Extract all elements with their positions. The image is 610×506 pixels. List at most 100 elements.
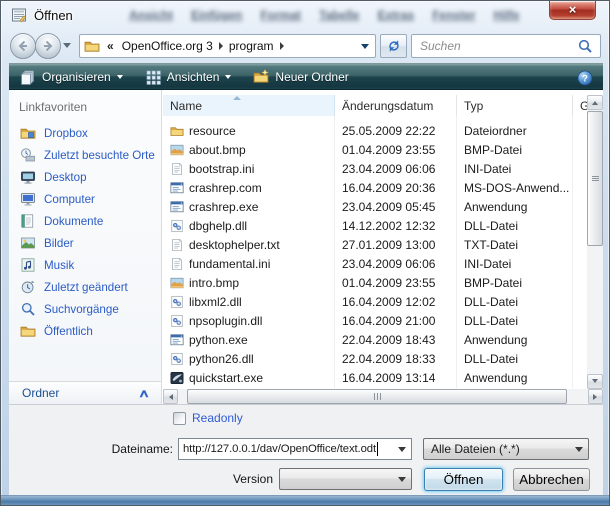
scroll-up-button[interactable]	[587, 95, 603, 110]
version-label: Version	[109, 472, 273, 486]
close-icon: ×	[569, 2, 577, 17]
file-name: npsoplugin.dll	[189, 314, 262, 328]
sidebar-item-zuletzt-geändert[interactable]: Zuletzt geändert	[9, 276, 160, 298]
sidebar-item-label: Suchvorgänge	[44, 303, 119, 316]
file-row[interactable]: libxml2.dll 16.04.2009 12:02 DLL-Datei	[163, 292, 587, 311]
search-box[interactable]: Suchen	[411, 34, 601, 58]
sidebar-item-dropbox[interactable]: Dropbox	[9, 122, 160, 144]
filename-dropdown-button[interactable]	[393, 443, 411, 456]
scroll-left-button[interactable]	[163, 389, 178, 404]
breadcrumb-item[interactable]: program	[223, 39, 280, 53]
file-row[interactable]: crashrep.com 16.04.2009 20:36 MS-DOS-Anw…	[163, 178, 587, 197]
toolbar-button-organisieren[interactable]: Organisieren	[9, 64, 134, 89]
vertical-scroll-thumb[interactable]	[587, 111, 603, 246]
sidebar-item-desktop[interactable]: Desktop	[9, 166, 160, 188]
file-type: MS-DOS-Anwend...	[457, 181, 573, 195]
sidebar-item-label: Zuletzt besuchte Orte	[44, 149, 155, 162]
file-name: bootstrap.ini	[189, 162, 254, 176]
sidebar-item-bilder[interactable]: Bilder	[9, 232, 160, 254]
column-header-type[interactable]: Typ	[457, 95, 573, 116]
file-row[interactable]: bootstrap.ini 23.04.2009 06:06 INI-Datei	[163, 159, 587, 178]
cancel-button[interactable]: Abbrechen	[513, 468, 590, 491]
readonly-checkbox[interactable]	[173, 412, 186, 425]
column-header-name[interactable]: Name	[163, 95, 335, 116]
chevron-down-icon	[117, 75, 123, 82]
sidebar-item-dokumente[interactable]: Dokumente	[9, 210, 160, 232]
searches-icon	[20, 301, 36, 317]
help-icon[interactable]: ?	[577, 70, 593, 86]
sidebar-item-öffentlich[interactable]: Öffentlich	[9, 320, 160, 342]
toolbar-button-ansichten[interactable]: Ansichten	[134, 64, 243, 89]
music-icon	[20, 257, 36, 273]
history-dropdown-icon[interactable]	[63, 43, 71, 52]
filetype-select[interactable]: Alle Dateien (*.*)	[423, 438, 589, 460]
breadcrumb-item[interactable]: OpenOffice.org 3	[116, 39, 219, 53]
filetype-dropdown-button[interactable]	[570, 443, 588, 456]
file-row[interactable]: intro.bmp 01.04.2009 23:55 BMP-Datei	[163, 273, 587, 292]
file-name: about.bmp	[189, 143, 246, 157]
file-row[interactable]: resource 25.05.2009 22:22 Dateiordner	[163, 121, 587, 140]
file-type: Anwendung	[457, 200, 573, 214]
file-type: Anwendung	[457, 333, 573, 347]
address-bar[interactable]: « OpenOffice.org 3 program	[79, 34, 376, 58]
address-dropdown-button[interactable]	[355, 40, 375, 53]
column-header-row: Name Änderungsdatum Typ G	[163, 95, 587, 116]
file-name: crashrep.com	[189, 181, 262, 195]
sidebar-item-computer[interactable]: Computer	[9, 188, 160, 210]
file-type: Dateiordner	[457, 124, 573, 138]
file-row[interactable]: desktophelper.txt 27.01.2009 13:00 TXT-D…	[163, 235, 587, 254]
file-row[interactable]: quickstart.exe 16.04.2009 13:14 Anwendun…	[163, 368, 587, 387]
file-type: INI-Datei	[457, 162, 573, 176]
version-dropdown-button[interactable]	[393, 473, 411, 486]
filename-input[interactable]: http://127.0.0.1/dav/OpenOffice/text.odt	[178, 438, 412, 460]
back-button[interactable]	[10, 33, 36, 59]
version-select[interactable]	[279, 468, 412, 490]
sidebar-item-zuletzt-besuchte-orte[interactable]: Zuletzt besuchte Orte	[9, 144, 160, 166]
file-row[interactable]: fundamental.ini 23.04.2009 06:06 INI-Dat…	[163, 254, 587, 273]
text-cursor	[377, 442, 378, 456]
sidebar-item-label: Dropbox	[44, 127, 88, 140]
computer-icon	[20, 191, 36, 207]
filename-value: http://127.0.0.1/dav/OpenOffice/text.odt	[179, 443, 376, 455]
svg-text:?: ?	[582, 73, 588, 84]
file-row[interactable]: python26.dll 22.04.2009 18:33 DLL-Datei	[163, 349, 587, 368]
column-header-date[interactable]: Änderungsdatum	[335, 95, 457, 116]
window-bottom-edge	[1, 495, 609, 505]
vertical-scrollbar[interactable]	[587, 95, 603, 389]
file-row[interactable]: npsoplugin.dll 16.04.2009 21:00 DLL-Date…	[163, 311, 587, 330]
refresh-button[interactable]	[380, 34, 407, 58]
toolbar-button-neuer-ordner[interactable]: Neuer Ordner	[242, 64, 359, 89]
file-row[interactable]: python.exe 22.04.2009 18:43 Anwendung	[163, 330, 587, 349]
folders-expander[interactable]: Ordner ∧	[9, 381, 161, 404]
forward-button[interactable]	[35, 33, 61, 59]
dll-file-icon	[170, 352, 184, 366]
column-header-size[interactable]: G	[573, 95, 587, 116]
triangle-up-icon	[592, 98, 598, 105]
file-row[interactable]: crashrep.exe 23.04.2009 05:45 Anwendung	[163, 197, 587, 216]
navigation-bar: « OpenOffice.org 3 program Suchen	[1, 30, 609, 63]
scroll-down-button[interactable]	[587, 374, 603, 389]
file-name: fundamental.ini	[189, 257, 270, 271]
horizontal-scrollbar[interactable]	[163, 389, 603, 404]
toolbar: Organisieren Ansichten Neuer Ordner ?	[9, 63, 603, 90]
file-row[interactable]: about.bmp 01.04.2009 23:55 BMP-Datei	[163, 140, 587, 159]
readonly-label[interactable]: Readonly	[192, 411, 243, 425]
favorites-header: Linkfavoriten	[19, 100, 87, 114]
close-button[interactable]: ×	[549, 1, 596, 20]
sidebar-item-musik[interactable]: Musik	[9, 254, 160, 276]
filename-label: Dateiname:	[9, 442, 173, 456]
file-row[interactable]: dbghelp.dll 14.12.2002 12:32 DLL-Datei	[163, 216, 587, 235]
chevron-down-icon	[575, 447, 583, 456]
horizontal-scroll-thumb[interactable]	[187, 389, 567, 404]
breadcrumb-overflow-chevron[interactable]: «	[107, 39, 114, 53]
toolbar-button-label: Ansichten	[167, 70, 220, 84]
open-dialog-icon	[11, 7, 27, 23]
file-date: 25.05.2009 22:22	[335, 124, 457, 138]
scroll-right-button[interactable]	[588, 389, 603, 404]
new-folder-icon	[253, 69, 269, 85]
breadcrumb-chevron-icon[interactable]	[280, 42, 284, 50]
file-date: 16.04.2009 13:14	[335, 371, 457, 385]
titlebar[interactable]: AnsichtEinfügenFormatTabelleExtrasFenste…	[1, 1, 609, 30]
sidebar-item-suchvorgänge[interactable]: Suchvorgänge	[9, 298, 160, 320]
open-button[interactable]: Öffnen	[424, 468, 503, 491]
